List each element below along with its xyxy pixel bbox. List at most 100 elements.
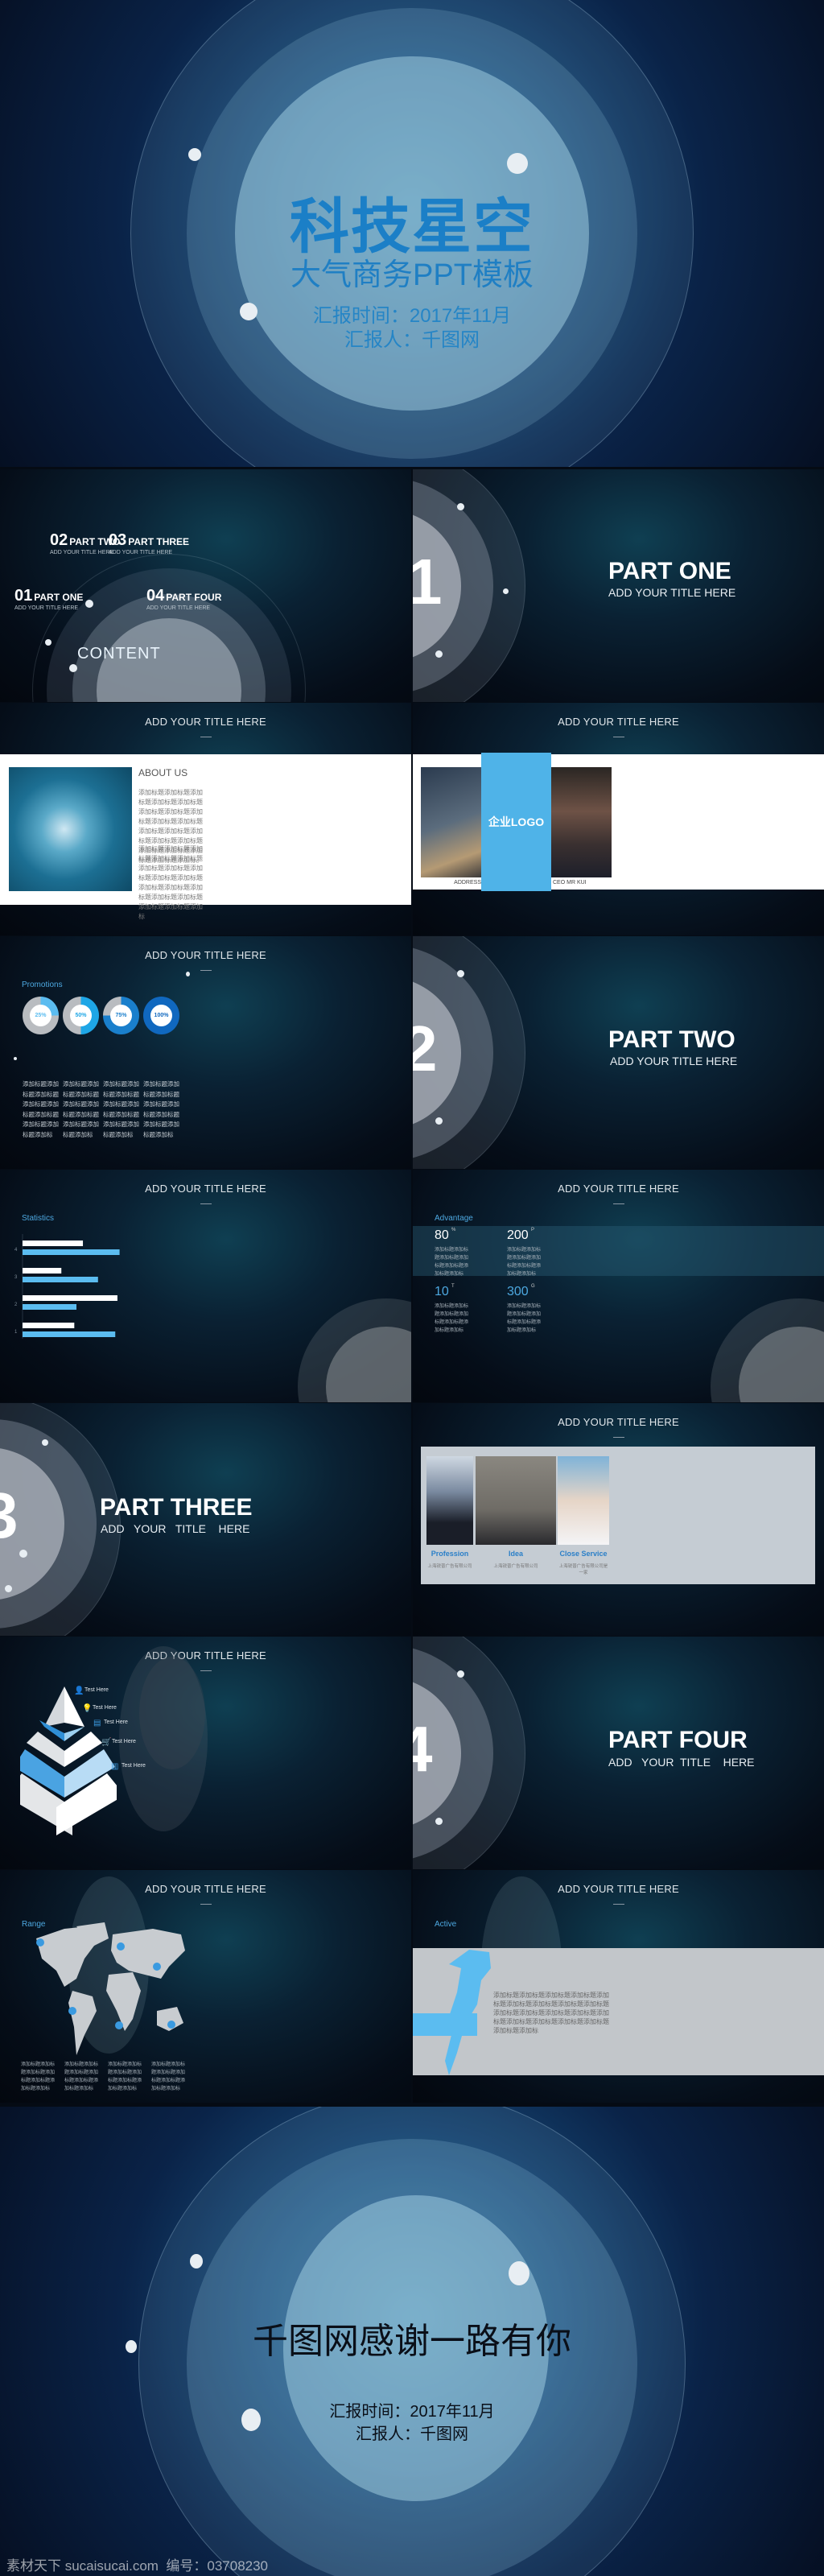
- stat-text: 添加标题添加标题添加标题添加标题添加标题添加标题添加标: [507, 1248, 542, 1277]
- part-title: PART THREE: [100, 1494, 253, 1521]
- pyramid-label: Test Here: [84, 1687, 109, 1693]
- map-pin-icon[interactable]: [115, 2021, 123, 2029]
- pyramid-label: Test Here: [104, 1719, 128, 1725]
- bar-chart-icon: ▥: [111, 1762, 119, 1771]
- orb: [85, 600, 93, 608]
- divider: [612, 1437, 624, 1438]
- world-map: [36, 1922, 185, 2055]
- bar-blue-2: [23, 1304, 76, 1310]
- range-caption: 添加标题添加标题添加标题添加标题添加标题添加标题添加标: [151, 2062, 186, 2091]
- orb: [45, 639, 52, 646]
- part-four-slide: 4 PART FOUR ADD YOUR TITLE HERE: [413, 1637, 824, 1869]
- item-num: 02: [50, 531, 68, 549]
- stat-unit: G: [531, 1284, 535, 1289]
- progress-donut: 100%: [143, 997, 179, 1034]
- cart-icon: 🛒: [101, 1738, 112, 1747]
- africa: [106, 1972, 141, 2031]
- map-pin-icon[interactable]: [36, 1938, 44, 1946]
- orb: [19, 1550, 27, 1558]
- orb: [14, 1057, 17, 1060]
- service-subtitle: 上海锐普广告有限公司: [427, 1564, 472, 1569]
- part-three-slide: 3 PART THREE ADD YOUR TITLE HERE: [0, 1403, 411, 1636]
- contents-item-1[interactable]: 01 PART ONE ADD YOUR TITLE HERE: [14, 587, 83, 611]
- donut-label: 25%: [30, 1005, 52, 1026]
- item-title: PART ONE: [34, 592, 84, 603]
- orb: [509, 2261, 529, 2285]
- about-heading: ABOUT US: [138, 767, 188, 778]
- progress-donut: 25%: [23, 997, 59, 1034]
- slide-title: ADD YOUR TITLE HERE: [145, 1649, 266, 1662]
- eurasia: [111, 1929, 185, 1979]
- ending-date: 汇报时间：2017年11月: [329, 2403, 495, 2421]
- map-pin-icon[interactable]: [68, 2007, 76, 2015]
- advantage-slide: ADD YOUR TITLE HERE Advantage 80% 添加标题添加标…: [413, 1170, 824, 1402]
- company-logo: 企业LOGO: [488, 815, 545, 828]
- contents-slide: CONTENT 01 PART ONE ADD YOUR TITLE HERE 0…: [0, 469, 411, 702]
- part-number: 3: [0, 1480, 19, 1551]
- donut-caption: 添加标题添加标题添加标题添加标题添加标题添加标题添加标题添加标题添加标: [143, 1080, 179, 1138]
- part-one-slide: 1 PART ONE ADD YOUR TITLE HERE: [413, 469, 824, 702]
- part-two-slide: 2 PART TWO ADD YOUR TITLE HERE: [413, 936, 824, 1169]
- pyramid-level-1: [44, 1686, 64, 1727]
- customer-service-photo: [558, 1456, 609, 1545]
- slide-title: ADD YOUR TITLE HERE: [145, 716, 266, 728]
- slide-title: ADD YOUR TITLE HERE: [558, 1416, 679, 1428]
- range-slide: ADD YOUR TITLE HERE Range 添加标题添加标题添加标题添加…: [0, 1870, 411, 2103]
- part-subtitle: ADD YOUR TITLE HERE: [608, 586, 736, 599]
- orb: [42, 1439, 48, 1446]
- promotions-slide: ADD YOUR TITLE HERE Promotions 25% 添加标题添加…: [0, 936, 411, 1169]
- part-subtitle: ADD YOUR TITLE HERE: [101, 1522, 250, 1535]
- orb: [69, 664, 77, 672]
- highlight-band: [413, 1226, 824, 1276]
- cover-reporter: 汇报人：千图网: [344, 329, 480, 351]
- orb: [435, 650, 443, 658]
- map-pin-icon[interactable]: [153, 1963, 161, 1971]
- divider: [200, 970, 212, 971]
- orb: [457, 503, 464, 510]
- contents-item-3[interactable]: 03 PART THREE ADD YOUR TITLE HERE: [109, 531, 189, 555]
- slide-title: ADD YOUR TITLE HERE: [558, 1883, 679, 1895]
- part-title: PART FOUR: [608, 1727, 748, 1753]
- ring: [139, 1657, 205, 1769]
- donut-label: 75%: [110, 1005, 132, 1026]
- pyramid-label: Test Here: [93, 1705, 117, 1711]
- orb: [435, 1117, 443, 1125]
- service-subtitle: 上海锐普广告有限公司是一家: [558, 1564, 608, 1575]
- map-pin-icon[interactable]: [167, 2021, 175, 2029]
- service-title[interactable]: Profession: [426, 1550, 473, 1558]
- progress-donut: 75%: [103, 997, 139, 1034]
- y-tick-label: 3: [14, 1275, 18, 1280]
- stat-unit: T: [451, 1284, 455, 1289]
- stat-unit: %: [451, 1228, 456, 1232]
- y-tick-label: 1: [14, 1330, 18, 1335]
- active-slide: ADD YOUR TITLE HERE Active 添加标题添加标题添加标题添…: [413, 1870, 824, 2103]
- donut-label: 100%: [150, 1005, 172, 1026]
- stat-value: 80: [435, 1228, 449, 1242]
- bar-blue-4: [23, 1249, 120, 1255]
- content-label: CONTENT: [77, 645, 161, 663]
- active-heading: Active: [435, 1920, 457, 1929]
- range-caption: 添加标题添加标题添加标题添加标题添加标题添加标题添加标: [21, 2062, 56, 2091]
- service-title[interactable]: Close Service: [558, 1550, 609, 1558]
- cover-slide: 科技星空 大气商务PPT模板 汇报时间：2017年11月 汇报人：千图网: [0, 0, 824, 467]
- orb: [457, 1670, 464, 1678]
- part-number: 2: [413, 1013, 438, 1084]
- donut-caption: 添加标题添加标题添加标题添加标题添加标题添加标题添加标题添加标题添加标: [63, 1080, 99, 1138]
- divider: [200, 1670, 212, 1671]
- item-num: 01: [14, 587, 33, 605]
- address-label: ADDRESS: [454, 880, 481, 886]
- divider: [200, 1203, 212, 1204]
- part-number: 1: [413, 546, 443, 617]
- city-photo: [421, 767, 481, 877]
- divider: [612, 1203, 624, 1204]
- stat-value: 300: [507, 1285, 529, 1298]
- map-pin-icon[interactable]: [117, 1942, 125, 1951]
- team-globe-photo: [9, 767, 132, 891]
- company-logo-box[interactable]: 企业LOGO: [481, 753, 551, 891]
- idea-photo: [476, 1456, 556, 1545]
- contents-item-4[interactable]: 04 PART FOUR ADD YOUR TITLE HERE: [146, 587, 221, 611]
- item-sub: ADD YOUR TITLE HERE: [109, 550, 173, 555]
- cover-subtitle: 大气商务PPT模板: [290, 258, 534, 292]
- stat-unit: P: [531, 1228, 535, 1232]
- service-title[interactable]: Idea: [476, 1550, 556, 1558]
